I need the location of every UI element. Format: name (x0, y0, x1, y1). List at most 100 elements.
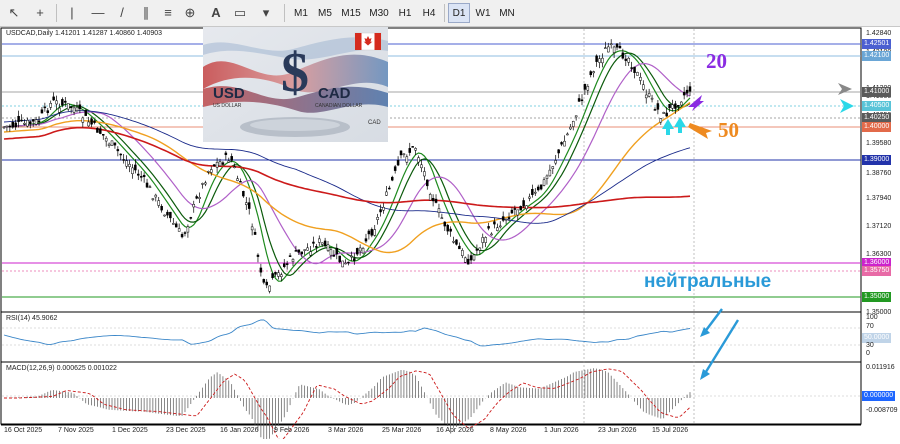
candle-body (674, 103, 677, 109)
candle-body (58, 107, 61, 113)
candle-body (443, 221, 447, 227)
vertical-line-icon[interactable]: | (62, 3, 82, 23)
candle-body (268, 285, 271, 292)
timeframe-m15[interactable]: M15 (338, 3, 364, 23)
date-axis-label: 16 Oct 2025 (4, 427, 43, 434)
candle-body (177, 228, 181, 232)
shapes-icon[interactable]: ⊕ (180, 3, 200, 23)
candle-body (528, 196, 531, 199)
candle-body (210, 169, 213, 173)
candle-body (271, 273, 274, 279)
candle-body (52, 96, 55, 101)
price-level-tag: 1.41000 (862, 87, 892, 97)
candle-body (542, 179, 546, 186)
candle-body (236, 178, 239, 181)
more-tools-icon[interactable]: ▾ (256, 3, 276, 23)
candle-body (624, 58, 628, 61)
candle-body (297, 249, 301, 253)
candle-body (496, 227, 499, 231)
candle-body (291, 259, 295, 262)
candle-body (245, 202, 248, 206)
timeframe-m5[interactable]: M5 (314, 3, 336, 23)
timeframe-mn[interactable]: MN (496, 3, 518, 23)
horizontal-line-icon[interactable]: — (88, 3, 108, 23)
candle-body (370, 229, 374, 236)
logo-cad-sub: CANADIAN DOLLAR (315, 103, 363, 109)
candle-body (233, 166, 236, 169)
candle-body (598, 58, 601, 63)
trendline-icon[interactable]: / (112, 3, 132, 23)
candle-body (192, 204, 195, 208)
candle-body (618, 45, 622, 49)
candle-body (280, 274, 283, 277)
text-tool-icon[interactable]: A (206, 3, 226, 23)
candle-body (288, 255, 292, 257)
candle-body (99, 128, 102, 134)
timeframe-m30[interactable]: M30 (366, 3, 392, 23)
candle-body (679, 101, 683, 106)
candle-body (390, 176, 394, 181)
candle-body (335, 247, 339, 255)
candle-body (318, 238, 321, 243)
toolbar-separator (56, 4, 57, 22)
candle-body (519, 206, 522, 211)
label-tool-icon[interactable]: ▭ (230, 3, 250, 23)
rsi-axis-label: 100 (866, 314, 878, 321)
candle-body (466, 258, 470, 265)
candle-body (72, 107, 76, 113)
candle-body (604, 47, 607, 49)
candle-body (428, 194, 432, 201)
candle-body (647, 93, 651, 97)
price-chart[interactable] (0, 27, 900, 444)
candle-body (90, 118, 93, 125)
cursor-icon[interactable]: ↖ (4, 3, 24, 23)
candle-body (539, 184, 543, 190)
chart-window[interactable]: $ USD US DOLLAR CAD CANADIAN DOLLAR CAD … (0, 27, 900, 444)
candle-body (484, 237, 487, 243)
candle-body (151, 198, 155, 200)
candle-body (332, 254, 336, 257)
timeframe-h4[interactable]: H4 (418, 3, 440, 23)
date-axis-label: 1 Dec 2025 (112, 427, 148, 434)
candle-body (137, 173, 140, 176)
candle-body (338, 255, 341, 263)
date-axis-label: 23 Jun 2026 (598, 427, 637, 434)
candle-body (166, 211, 169, 216)
candle-body (405, 156, 409, 163)
candle-body (682, 91, 686, 96)
crosshair-icon[interactable]: + (30, 3, 50, 23)
candle-body (644, 94, 648, 99)
candle-body (148, 186, 152, 189)
candle-body (522, 200, 525, 207)
logo-cad-corner: CAD (368, 120, 381, 126)
candle-body (131, 167, 134, 175)
candle-body (75, 106, 79, 112)
channel-icon[interactable]: ∥ (136, 3, 156, 23)
candle-body (586, 86, 590, 91)
timeframe-w1[interactable]: W1 (472, 3, 494, 23)
candle-body (119, 153, 123, 156)
candle-body (145, 182, 149, 188)
candle-body (174, 223, 178, 228)
price-level-tag: 1.40500 (862, 101, 892, 111)
candle-body (423, 171, 426, 177)
candle-body (113, 142, 117, 146)
candle-body (64, 100, 67, 103)
candle-body (163, 214, 166, 217)
candle-body (46, 110, 50, 113)
timeframe-d1[interactable]: D1 (448, 3, 470, 23)
candle-body (78, 104, 82, 110)
price-axis-label: 1.38760 (866, 170, 892, 177)
timeframe-m1[interactable]: M1 (290, 3, 312, 23)
candle-body (239, 180, 242, 183)
candle-body (326, 244, 330, 251)
toolbar-separator (444, 4, 445, 22)
candle-body (434, 198, 438, 203)
candle-body (560, 142, 563, 145)
candle-body (2, 126, 6, 129)
candle-body (461, 250, 464, 256)
fibonacci-icon[interactable]: ≡ (158, 3, 178, 23)
timeframe-h1[interactable]: H1 (394, 3, 416, 23)
candle-body (615, 43, 619, 48)
candle-body (198, 197, 201, 199)
